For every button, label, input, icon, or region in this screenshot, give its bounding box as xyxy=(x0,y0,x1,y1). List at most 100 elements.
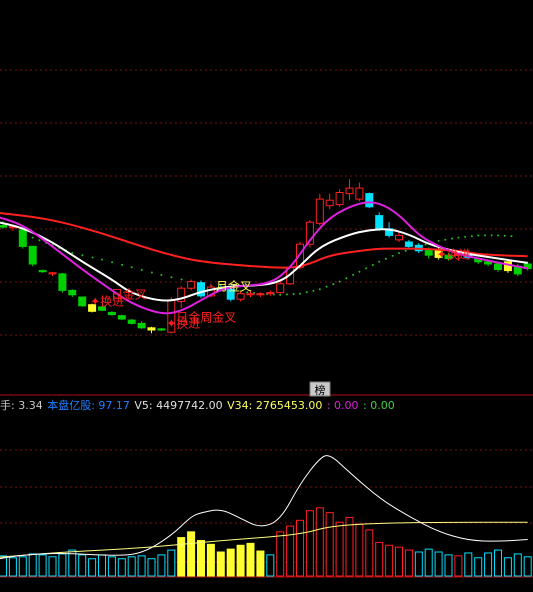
candle xyxy=(256,293,265,296)
volume-bar xyxy=(18,556,27,577)
band-dot xyxy=(444,238,447,241)
volume-bar xyxy=(197,539,205,577)
band-dot xyxy=(464,235,467,238)
volume-bar xyxy=(38,554,47,577)
band-dot xyxy=(451,237,454,240)
band-dot xyxy=(312,289,315,292)
volume-bar xyxy=(266,554,275,577)
candle xyxy=(58,273,67,291)
volume-bar xyxy=(385,544,394,577)
volume-bar xyxy=(395,546,403,577)
indicator-value: V5: 4497742.00 xyxy=(134,399,227,412)
signal-label: 月金叉 xyxy=(216,278,252,293)
volume-lines xyxy=(0,455,528,560)
indicator-value: 本盘亿股: 97.17 xyxy=(47,399,134,412)
volume-bar xyxy=(147,558,156,577)
volume-bar xyxy=(98,554,106,577)
volume-bar xyxy=(494,549,502,577)
band-dot xyxy=(437,239,440,242)
band-dot xyxy=(371,263,374,266)
band-dot xyxy=(81,254,84,257)
band-dot xyxy=(365,267,368,270)
volume-bar xyxy=(107,556,116,577)
band-dot xyxy=(483,234,486,237)
band-dot xyxy=(490,234,493,237)
volume-bar xyxy=(177,537,186,577)
candle xyxy=(395,234,403,241)
volume-bar xyxy=(216,551,225,577)
band-dot xyxy=(150,271,153,274)
band-dot xyxy=(338,280,341,283)
volume-bar xyxy=(484,552,493,577)
indicator-header: 手: 3.34 本盘亿股: 97.17 V5: 4497742.00 V34: … xyxy=(0,398,533,414)
band-dot xyxy=(345,277,348,280)
candle xyxy=(335,192,344,206)
candle xyxy=(127,319,136,324)
indicator-value: V34: 2765453.00 xyxy=(227,399,326,412)
volume-bar xyxy=(404,549,413,577)
band-dot xyxy=(140,268,143,271)
band-dot xyxy=(279,293,282,296)
candle xyxy=(197,282,205,297)
volume-bar xyxy=(256,550,265,577)
volume-bar xyxy=(117,558,126,577)
volume-bar xyxy=(286,525,295,577)
band-dot xyxy=(332,283,335,286)
volume-bar xyxy=(434,551,443,577)
volume-bar xyxy=(157,554,166,577)
volume-bar xyxy=(8,557,17,577)
band-dot xyxy=(121,263,124,266)
volume-bar xyxy=(187,531,196,577)
volume-bar xyxy=(127,556,136,577)
volume-bar xyxy=(325,512,334,577)
candle xyxy=(68,289,77,296)
panel-tab[interactable]: 榜 xyxy=(309,381,331,397)
band-dot xyxy=(160,274,163,276)
band-dot xyxy=(91,256,94,259)
volume-bar xyxy=(444,554,453,577)
volume-bar xyxy=(503,557,512,577)
band-dot xyxy=(457,236,460,239)
volume-bar xyxy=(88,558,97,577)
volume-bars xyxy=(0,507,532,577)
candle xyxy=(375,215,384,230)
volume-bar xyxy=(345,516,354,577)
volume-bar xyxy=(523,556,532,577)
candle xyxy=(107,311,116,316)
band-dot xyxy=(497,234,499,237)
volume-bar xyxy=(58,553,67,577)
candle xyxy=(325,199,334,207)
band-dot xyxy=(510,235,513,238)
volume-bar xyxy=(206,543,215,577)
candle xyxy=(117,315,126,320)
signal-label: ✦换进 xyxy=(90,294,124,308)
band-dot xyxy=(285,293,288,296)
candle xyxy=(157,328,166,331)
candle xyxy=(365,193,374,208)
candle xyxy=(236,293,245,300)
band-dot xyxy=(101,258,103,261)
candle xyxy=(78,296,87,307)
band-dot xyxy=(111,261,114,264)
band-dot xyxy=(299,292,301,295)
candle xyxy=(187,281,196,289)
band-dot xyxy=(180,278,183,281)
candle xyxy=(424,249,433,256)
band-dot xyxy=(503,234,506,237)
band-dot xyxy=(470,235,473,238)
volume-bar xyxy=(414,551,423,577)
candle xyxy=(404,241,413,247)
volume-bar xyxy=(246,542,255,577)
candle xyxy=(48,272,57,275)
band-dot xyxy=(384,257,387,260)
band-dot xyxy=(378,260,381,263)
dotted-band xyxy=(31,234,513,296)
volume-bar xyxy=(474,557,483,577)
candle xyxy=(246,293,255,296)
signal-label: ✦换进 xyxy=(437,248,471,262)
candle xyxy=(266,292,275,295)
volume-bar xyxy=(296,519,304,577)
volume-bar xyxy=(513,553,522,577)
candle xyxy=(0,225,7,228)
band-dot xyxy=(305,291,308,294)
